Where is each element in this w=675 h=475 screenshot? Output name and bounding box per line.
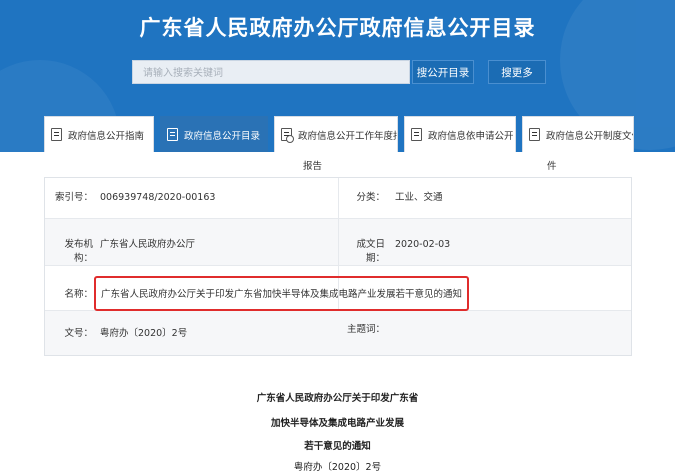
search-input[interactable]	[133, 62, 409, 85]
document-icon	[529, 128, 540, 141]
issue-date-label: 成文日期：	[356, 239, 385, 264]
category-value: 工业、交通	[395, 192, 443, 203]
tab-label: 政府信息公开目录	[184, 130, 261, 142]
search-more-button[interactable]: 搜更多	[488, 60, 546, 84]
document-number-label: 文号：	[64, 328, 93, 339]
site-title: 广东省人民政府办公厅政府信息公开目录	[139, 16, 536, 40]
tab-disclosure-rules[interactable]: 政府信息公开制度文件	[522, 116, 634, 152]
publisher-value: 广东省人民政府办公厅	[100, 239, 196, 250]
index-number-value: 006939748/2020-00163	[100, 192, 216, 203]
title-label: 名称：	[64, 289, 93, 300]
tab-label: 政府信息公开工作年度报告	[298, 130, 397, 142]
settings-document-icon	[281, 128, 294, 143]
document-title-line: 加快半导体及集成电路产业发展	[270, 418, 404, 429]
tab-disclosure-guide[interactable]: 政府信息公开指南	[44, 116, 154, 152]
tab-application-disclosure[interactable]: 政府信息依申请公开	[404, 116, 516, 152]
tab-label: 政府信息公开制度文件	[546, 130, 634, 142]
issue-date-value: 2020-02-03	[395, 239, 451, 250]
document-icon	[51, 128, 62, 141]
document-title-line: 若干意见的通知	[304, 441, 371, 452]
tab-bar: 政府信息公开指南 政府信息公开目录 政府信息公开工作年度报告 政府信息依申请公开…	[44, 116, 675, 152]
list-icon	[167, 128, 178, 141]
tab-annual-report[interactable]: 政府信息公开工作年度报告	[274, 116, 398, 152]
document-info-table: 索引号： 006939748/2020-00163 分类： 工业、交通 发布机构…	[44, 177, 632, 356]
document-number: 粤府办〔2020〕2号	[293, 462, 382, 473]
index-number-label: 索引号：	[54, 192, 93, 203]
title-highlight-box	[94, 276, 469, 311]
topic-label: 主题词：	[346, 324, 385, 335]
tab-label-overflow: 报告	[303, 161, 323, 172]
search-box[interactable]	[132, 60, 410, 85]
tab-label: 政府信息依申请公开	[428, 130, 514, 142]
category-label: 分类：	[356, 192, 385, 203]
document-number-value: 粤府办〔2020〕2号	[100, 328, 188, 339]
tab-disclosure-directory[interactable]: 政府信息公开目录	[160, 116, 268, 152]
tab-label-overflow: 件	[547, 161, 557, 172]
folder-icon	[411, 128, 422, 141]
search-directory-button[interactable]: 搜公开目录	[412, 60, 474, 84]
document-title-line: 广东省人民政府办公厅关于印发广东省	[256, 393, 419, 404]
publisher-label: 发布机构：	[64, 239, 93, 264]
tab-label: 政府信息公开指南	[68, 130, 145, 142]
